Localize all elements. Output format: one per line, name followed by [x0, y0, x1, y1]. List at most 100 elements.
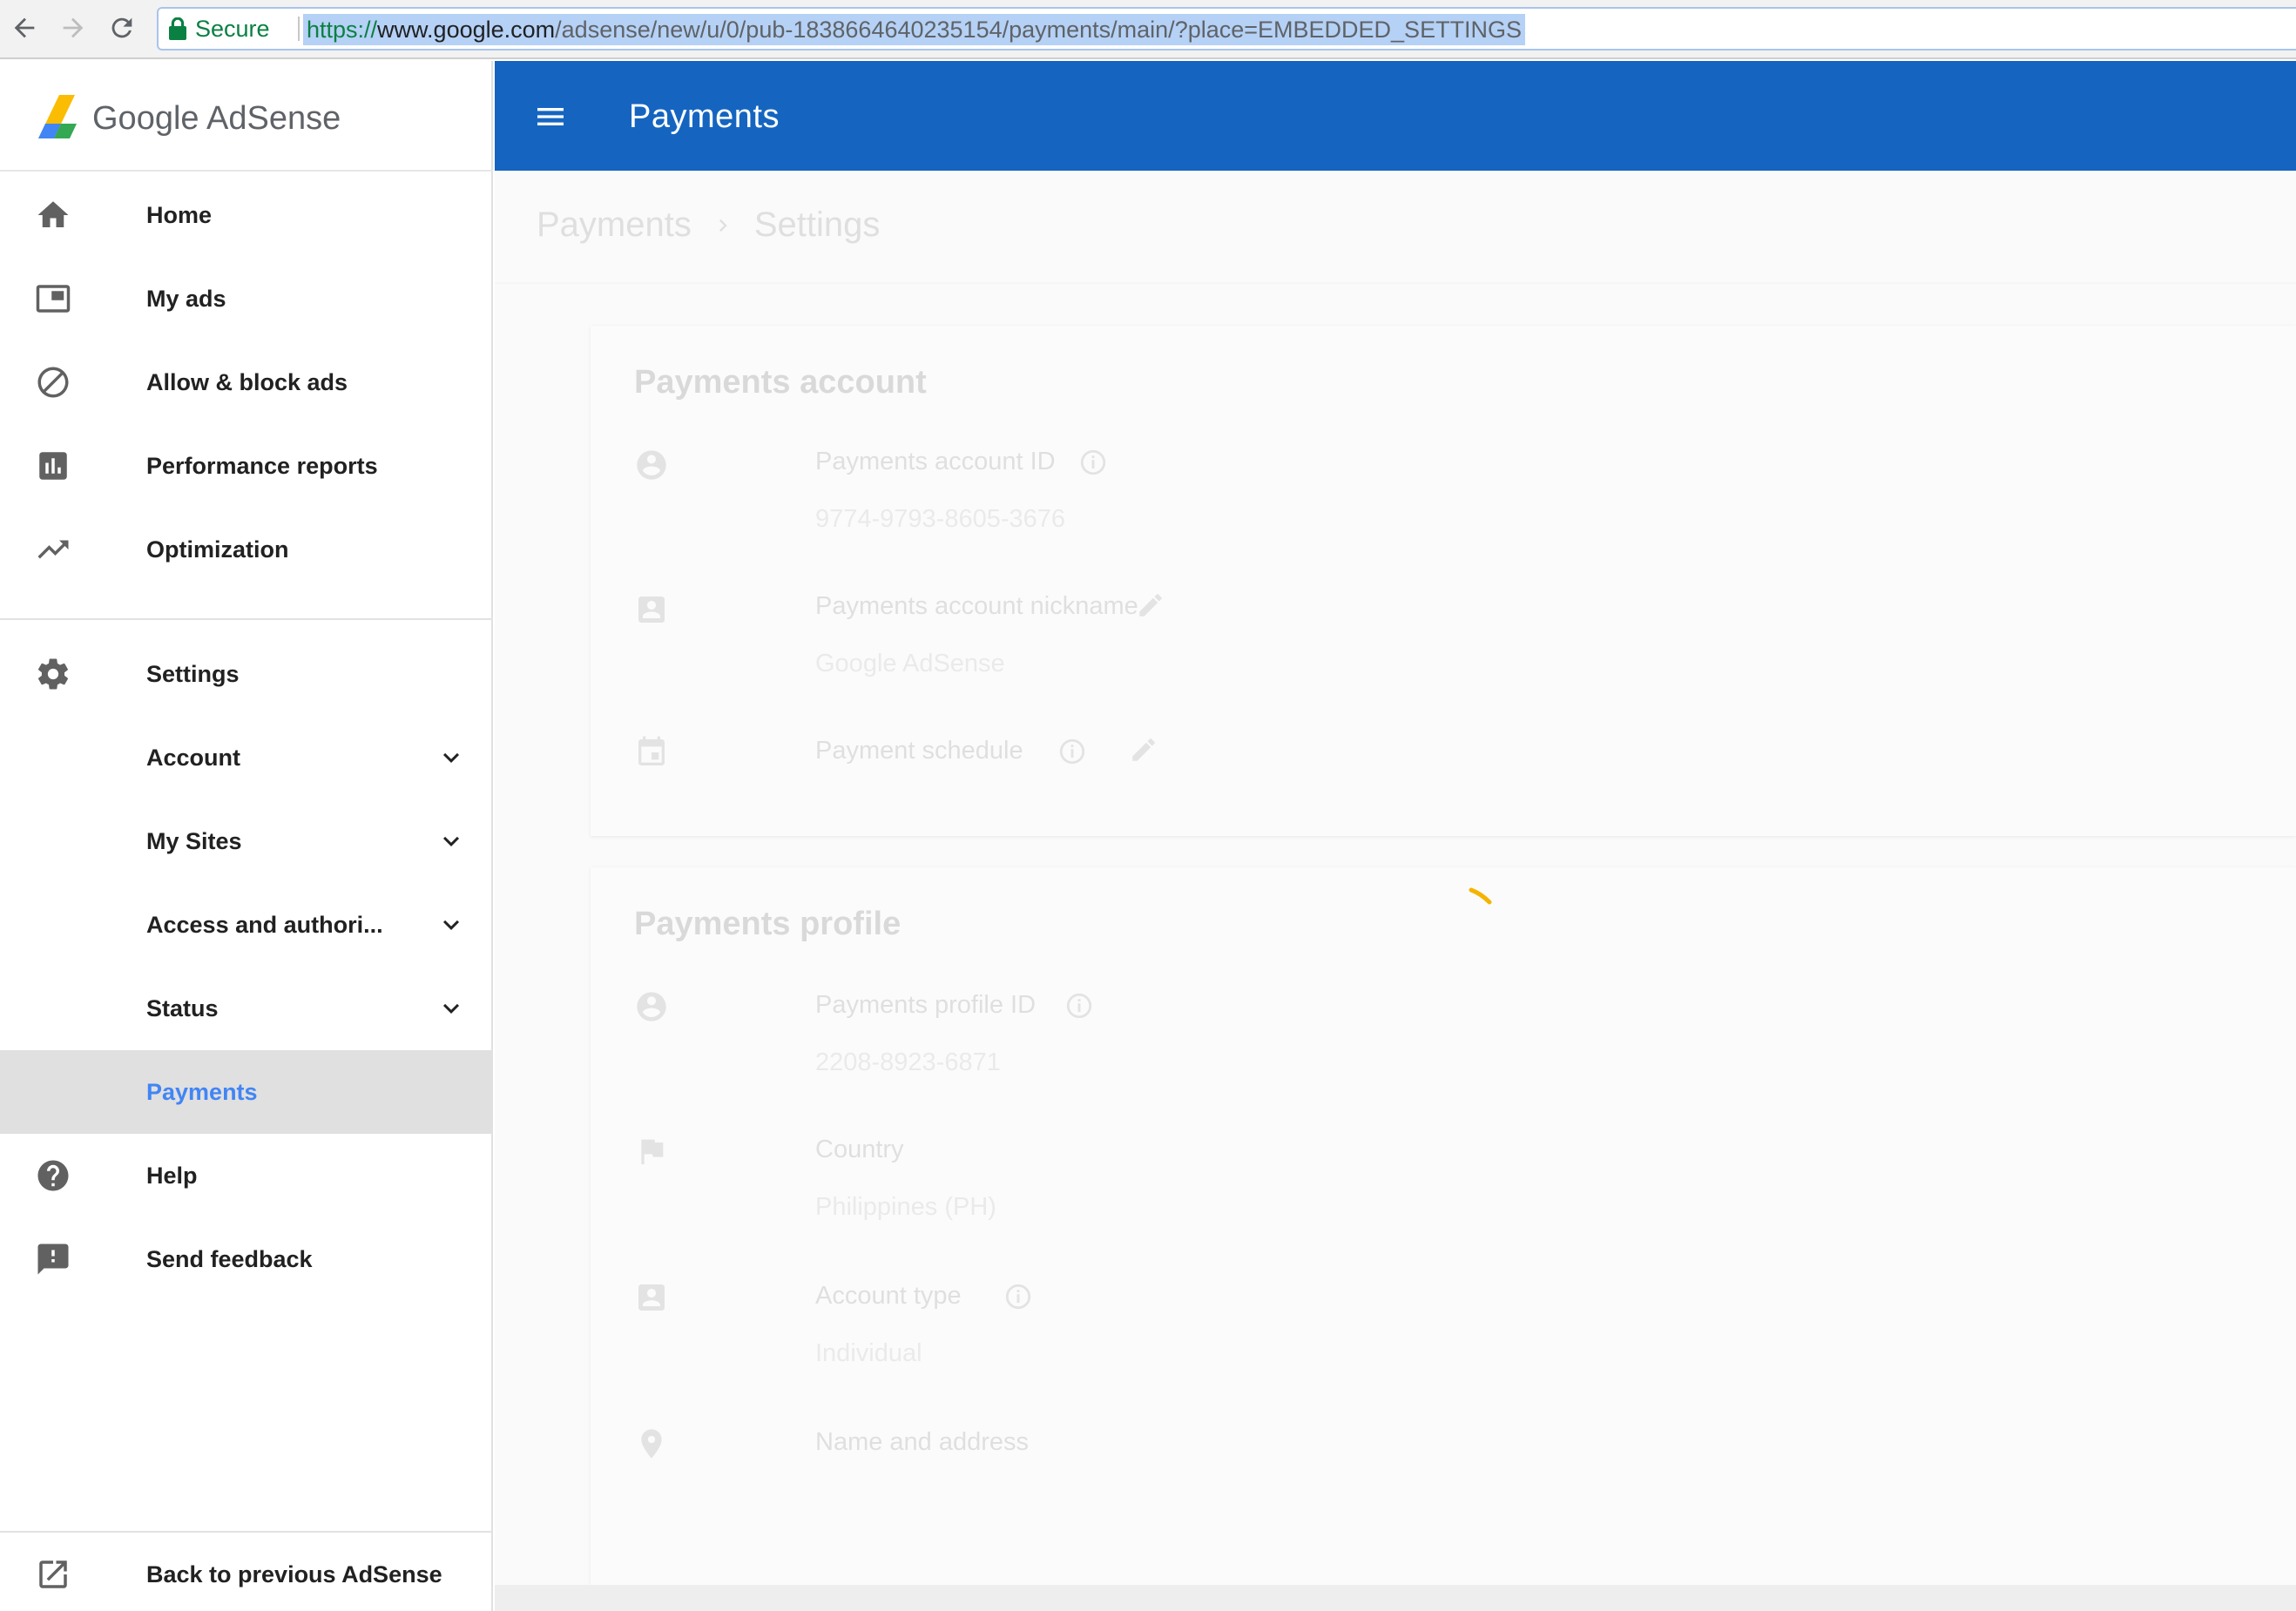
- payments-account-nickname-value: Google AdSense: [815, 650, 1005, 677]
- info-icon[interactable]: [1057, 737, 1087, 766]
- ads-icon: [35, 280, 71, 317]
- sidebar-item-label: Back to previous AdSense: [146, 1560, 442, 1587]
- url-text[interactable]: https://www.google.com/adsense/new/u/0/p…: [303, 14, 1526, 45]
- chevron-down-icon: [443, 920, 459, 930]
- sidebar-item-my-ads[interactable]: My ads: [0, 257, 493, 340]
- account-type-label: Account type: [815, 1282, 962, 1310]
- sidebar-item-my-sites[interactable]: My Sites: [0, 799, 493, 883]
- location-icon: [641, 1429, 662, 1459]
- account-circle-icon: [637, 450, 666, 480]
- brand-google: Google: [92, 100, 199, 137]
- main-content: Payments Settings Payments account Payme…: [495, 171, 2296, 1585]
- edit-icon[interactable]: [1136, 590, 1165, 620]
- sidebar-item-label: Home: [146, 201, 213, 228]
- url-scheme: https://: [307, 17, 378, 43]
- payments-account-title: Payments account: [634, 364, 927, 401]
- sidebar-item-label: Performance reports: [146, 452, 378, 479]
- sidebar-item-send-feedback[interactable]: Send feedback: [0, 1217, 493, 1301]
- arrow-right-icon: [63, 17, 84, 38]
- url-path: /adsense/new/u/0/pub-1838664640235154/pa…: [555, 17, 1523, 43]
- sidebar-item-label: Help: [146, 1162, 198, 1189]
- adsense-logo-icon: [38, 95, 77, 138]
- chevron-down-icon: [443, 752, 459, 763]
- sidebar-item-label: Send feedback: [146, 1245, 313, 1272]
- chevron-right-icon: [719, 219, 727, 232]
- url-host: www.google.com: [377, 17, 556, 43]
- chevron-down-icon: [443, 836, 459, 846]
- sidebar-item-help[interactable]: Help: [0, 1134, 493, 1217]
- payments-profile-card: Payments profile Payments profile ID 220…: [591, 867, 2296, 1585]
- open-external-icon: [35, 1556, 71, 1593]
- sidebar-item-label: Payments: [146, 1078, 258, 1105]
- arrow-left-icon: [14, 17, 35, 38]
- brand-product: AdSense: [206, 100, 341, 137]
- payments-profile-id-value: 2208-8923-6871: [815, 1048, 1001, 1076]
- reload-button[interactable]: [105, 10, 139, 45]
- payments-account-nickname-label: Payments account nickname: [815, 592, 1138, 620]
- gear-icon: [35, 656, 71, 692]
- breadcrumb-divider: [495, 282, 2296, 284]
- payments-account-id-label: Payments account ID: [815, 448, 1056, 475]
- back-button[interactable]: [7, 10, 42, 45]
- forward-button[interactable]: [56, 10, 91, 45]
- payment-schedule-label: Payment schedule: [815, 737, 1023, 765]
- country-value: Philippines (PH): [815, 1193, 996, 1221]
- menu-icon[interactable]: [533, 99, 568, 134]
- info-icon[interactable]: [1078, 448, 1108, 477]
- info-icon[interactable]: [1003, 1282, 1033, 1311]
- breadcrumb: Payments Settings: [537, 206, 880, 245]
- sidebar-item-access-authorization[interactable]: Access and authori...: [0, 883, 493, 967]
- edit-icon[interactable]: [1129, 735, 1158, 765]
- sidebar-item-performance-reports[interactable]: Performance reports: [0, 424, 493, 508]
- secure-divider: [298, 17, 300, 41]
- contact-card-icon: [638, 597, 665, 623]
- calendar-icon: [638, 736, 665, 765]
- brand-header[interactable]: Google AdSense: [0, 61, 493, 172]
- top-app-bar: Payments: [495, 61, 2296, 171]
- account-box-icon: [638, 1284, 665, 1311]
- reload-icon: [111, 17, 132, 38]
- loading-spinner-icon: [1469, 887, 1492, 905]
- account-circle-icon: [637, 992, 666, 1021]
- trending-up-icon: [35, 531, 71, 568]
- feedback-icon: [35, 1241, 71, 1277]
- flag-icon: [641, 1139, 664, 1164]
- breadcrumb-payments[interactable]: Payments: [537, 206, 692, 245]
- contact-label: Name and address: [815, 1428, 1030, 1456]
- sidebar-item-optimization[interactable]: Optimization: [0, 508, 493, 591]
- sidebar-item-label: Access and authori...: [146, 911, 383, 938]
- sidebar-item-account[interactable]: Account: [0, 716, 493, 799]
- sidebar-item-label: Settings: [146, 660, 240, 687]
- bar-chart-icon: [35, 448, 71, 484]
- account-type-value: Individual: [815, 1339, 922, 1367]
- info-icon[interactable]: [1064, 991, 1094, 1021]
- sidebar-item-label: Status: [146, 994, 219, 1021]
- sidebar-item-label: Account: [146, 744, 240, 771]
- sidebar-item-home[interactable]: Home: [0, 173, 493, 257]
- sidebar-item-payments[interactable]: Payments: [0, 1050, 493, 1134]
- sidebar-item-settings[interactable]: Settings: [0, 632, 493, 716]
- bottom-scroll-area: [495, 1585, 2296, 1611]
- address-bar[interactable]: Secure https://www.google.com/adsense/ne…: [157, 7, 2296, 51]
- browser-toolbar: Secure https://www.google.com/adsense/ne…: [0, 0, 2296, 59]
- help-icon: [35, 1157, 71, 1194]
- sidebar: Google AdSense Home My ads Allow & block…: [0, 61, 493, 1611]
- brand-name: Google AdSense: [92, 99, 341, 138]
- chevron-down-icon: [443, 1003, 459, 1014]
- payments-profile-id-label: Payments profile ID: [815, 991, 1037, 1019]
- country-label: Country: [815, 1136, 904, 1163]
- sidebar-item-label: Allow & block ads: [146, 368, 348, 395]
- sidebar-item-label: Optimization: [146, 536, 289, 563]
- payments-account-id-value: 9774-9793-8605-3676: [815, 505, 1066, 533]
- sidebar-item-allow-block-ads[interactable]: Allow & block ads: [0, 340, 493, 424]
- secure-label: Secure: [195, 15, 270, 42]
- sidebar-item-label: My Sites: [146, 827, 242, 854]
- breadcrumb-settings: Settings: [753, 206, 881, 244]
- sidebar-item-back-to-previous[interactable]: Back to previous AdSense: [0, 1533, 493, 1611]
- home-icon: [35, 197, 71, 233]
- payments-profile-title: Payments profile: [634, 906, 902, 942]
- lock-icon: [169, 17, 186, 40]
- payments-account-card: Payments account Payments account ID 977…: [591, 326, 2296, 836]
- sidebar-item-status[interactable]: Status: [0, 967, 493, 1050]
- secure-indicator[interactable]: Secure: [169, 9, 270, 49]
